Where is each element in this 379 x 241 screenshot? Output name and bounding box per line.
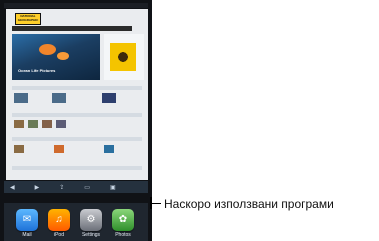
article-thumbnail[interactable] [52,93,66,103]
article-thumbnail[interactable] [14,93,28,103]
article-thumbnail[interactable] [102,93,116,103]
forward-icon[interactable]: ▶ [35,185,60,191]
content-row[interactable] [12,86,142,90]
site-navigation[interactable] [12,26,132,31]
hero-title: Ocean Life Pictures [18,68,56,73]
toolbar-icons[interactable]: ◀▶⇪▭▣ [10,184,140,191]
app-label-settings: Settings [81,232,101,238]
hero-image[interactable]: Ocean Life Pictures [12,34,100,80]
app-label-mail: Mail [22,232,32,238]
sunflower-image [110,43,136,71]
pages-icon[interactable]: ▣ [110,185,136,191]
natgeo-logo: NATIONAL GEOGRAPHIC [15,13,41,25]
callout-label: Наскоро използвани програми [164,197,334,211]
natgeo-logo-text: NATIONAL GEOGRAPHIC [17,14,39,22]
article-thumbnail[interactable] [104,145,114,153]
fish-icon [57,52,69,60]
share-icon[interactable]: ⇪ [59,185,84,191]
article-thumbnail[interactable] [14,120,24,128]
app-label-ipod: iPod [53,232,64,238]
article-thumbnail[interactable] [56,120,66,128]
flower-icon: ✿ [118,214,128,225]
back-icon[interactable]: ◀ [10,185,35,191]
article-thumbnail[interactable] [14,145,24,153]
content-row[interactable] [12,113,142,117]
phone-frame: NATIONAL GEOGRAPHIC Ocean Life Pictures … [0,0,152,241]
article-thumbnail[interactable] [42,120,52,128]
gear-icon: ⚙ [86,214,96,225]
music-note-icon: ♫ [55,214,63,225]
app-label-photos: Photos [115,232,131,238]
article-thumbnail[interactable] [54,145,64,153]
web-page[interactable]: NATIONAL GEOGRAPHIC Ocean Life Pictures [6,9,148,180]
bookmarks-icon[interactable]: ▭ [84,185,110,191]
status-bar [4,3,148,8]
article-thumbnail[interactable] [28,120,38,128]
fish-icon [39,44,56,55]
content-row[interactable] [12,137,142,141]
envelope-icon: ✉ [22,214,32,225]
content-row[interactable] [12,166,142,170]
callout-leader-line [151,203,161,204]
